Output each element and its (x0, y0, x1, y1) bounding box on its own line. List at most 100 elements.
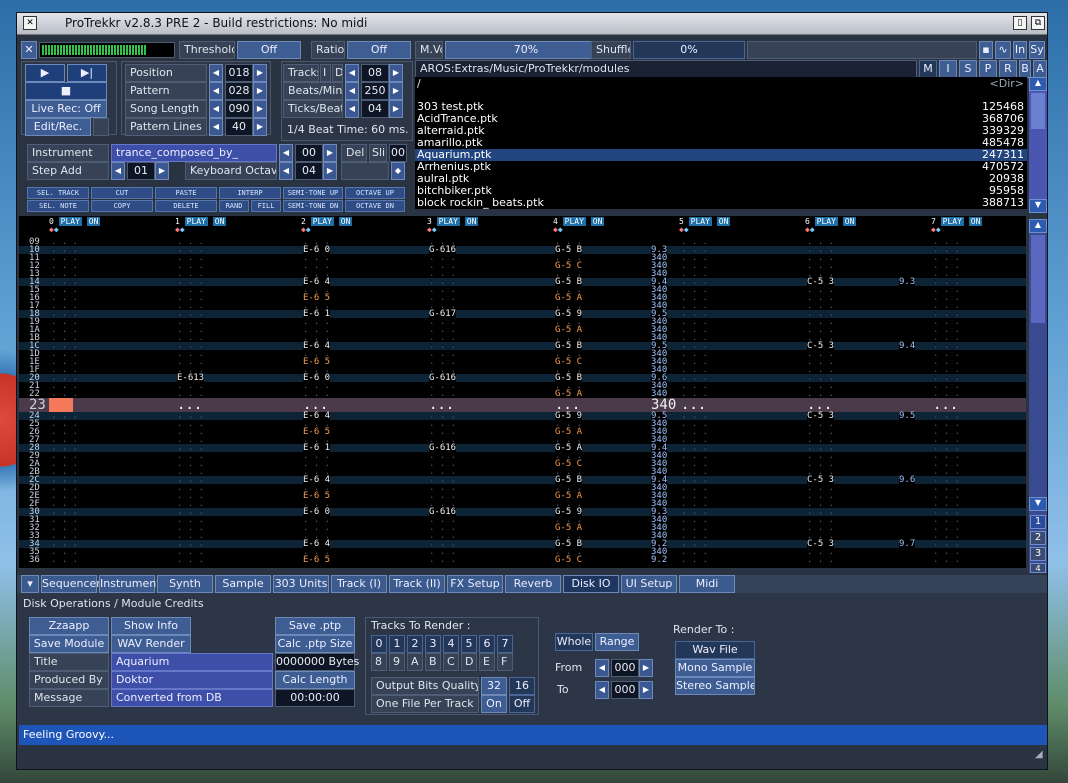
pattern-row[interactable]: 15. . .. . .. . .. . .. . .. . .. . .. .… (19, 286, 1026, 295)
channel-on-toggle[interactable]: ON (86, 217, 101, 226)
render-whole-button[interactable]: Whole (555, 633, 593, 651)
pattern-dec-icon[interactable]: ◀ (209, 82, 223, 100)
render-track-0[interactable]: 0 (371, 635, 387, 653)
channel-solo-icon[interactable]: ◆ (810, 225, 815, 234)
pattern-row[interactable]: 31. . .. . .. . .. . .. . .. . .. . .. .… (19, 516, 1026, 525)
render-track-7[interactable]: 7 (497, 635, 513, 653)
to-inc-icon[interactable]: ▶ (639, 681, 653, 699)
channel-solo-icon[interactable]: ◆ (306, 225, 311, 234)
note-cell[interactable]: 340 (651, 398, 676, 412)
tab-fx-setup[interactable]: FX Setup (447, 575, 503, 593)
pattern-lines-inc-icon[interactable]: ▶ (253, 118, 267, 136)
sync-button[interactable]: Sy (1029, 41, 1045, 59)
channel-on-toggle[interactable]: ON (968, 217, 983, 226)
delete-instrument-button[interactable]: Del (341, 144, 367, 162)
pattern-row[interactable]: 1C. . .. . .. . .. . .. . .. . .. . .. .… (19, 342, 1026, 351)
file-scrollbar[interactable]: ▲ ▼ (1029, 77, 1047, 213)
render-track-8[interactable]: 8 (371, 653, 387, 671)
channel-header-2[interactable]: 2 PLAY ON ◆◆ (301, 217, 353, 234)
tab-sequencer[interactable]: Sequencer (41, 575, 101, 593)
list-item[interactable]: block rockin_ beats.ptk 388713 (415, 197, 1027, 209)
channel-on-toggle[interactable]: ON (464, 217, 479, 226)
filter-p-button[interactable]: P (979, 60, 997, 78)
pattern-row[interactable]: 1B. . .. . .. . .. . .. . .. . .. . .. .… (19, 334, 1026, 343)
channel-header-5[interactable]: 5 PLAY ON ◆◆ (679, 217, 731, 234)
calc-ptp-size-button[interactable]: Calc .ptp Size (275, 635, 355, 653)
wav-render-button[interactable]: WAV Render (111, 635, 191, 653)
pattern-row[interactable]: 2C. . .. . .. . .. . .. . .. . .. . .. .… (19, 476, 1026, 485)
scroll-down-icon[interactable]: ▼ (1029, 199, 1047, 213)
pattern-row[interactable]: 36. . .. . .. . .. . .. . .. . .. . .. .… (19, 556, 1026, 565)
to-dec-icon[interactable]: ◀ (595, 681, 609, 699)
copy-button[interactable]: COPY (91, 200, 153, 212)
channel-play-toggle[interactable]: PLAY (814, 217, 838, 226)
note-cell[interactable]: G-5 C (555, 556, 583, 565)
channel-header-7[interactable]: 7 PLAY ON ◆◆ (931, 217, 983, 234)
pattern-row[interactable]: 18. . .. . .. . .. . .. . .. . .. . .. .… (19, 310, 1026, 319)
tracks-dec-icon[interactable]: ◀ (345, 64, 359, 82)
from-inc-icon[interactable]: ▶ (639, 659, 653, 677)
in-button[interactable]: In (1013, 41, 1027, 59)
interp-button[interactable]: INTERP (219, 187, 281, 199)
render-track-a[interactable]: A (407, 653, 423, 671)
song-length-dec-icon[interactable]: ◀ (209, 100, 223, 118)
note-cell[interactable]: 9.5 (899, 412, 916, 421)
octave-down-button[interactable]: OCTAVE DN (345, 200, 405, 212)
tab-instrument[interactable]: Instrument (99, 575, 161, 593)
pattern-row[interactable]: 2D. . .. . .. . .. . .. . .. . .. . .. .… (19, 484, 1026, 493)
pattern-row[interactable]: 11. . .. . .. . .. . .. . .. . .. . .. .… (19, 254, 1026, 263)
scope-wave-icon[interactable]: ∿ (995, 41, 1011, 59)
channel-header-1[interactable]: 1 PLAY ON ◆◆ (175, 217, 227, 234)
pattern-row[interactable]: 21. . .. . .. . .. . .. . .. . .. . .. .… (19, 382, 1026, 391)
list-item[interactable]: 303 test.ptk 125468 (415, 101, 1027, 113)
render-stereo-sample-button[interactable]: Stereo Sample (675, 677, 755, 695)
render-range-button[interactable]: Range (595, 633, 639, 651)
pattern-row[interactable]: 22. . .. . .. . .. . .. . .. . .. . .. .… (19, 390, 1026, 399)
channel-solo-icon[interactable]: ◆ (684, 225, 689, 234)
pattern-row[interactable]: 30. . .. . .. . .. . .. . .. . .. . .. .… (19, 508, 1026, 517)
play-pattern-icon[interactable]: ▶| (67, 64, 107, 82)
path-field[interactable]: AROS:Extras/Music/ProTrekkr/modules (415, 60, 917, 78)
position-inc-icon[interactable]: ▶ (253, 64, 267, 82)
paste-button[interactable]: PASTE (155, 187, 217, 199)
render-track-4[interactable]: 4 (443, 635, 459, 653)
pattern-row[interactable]: 24. . .. . .. . .. . .. . .. . .. . .. .… (19, 412, 1026, 421)
depth-icon[interactable]: ▯ (1013, 16, 1027, 30)
title-bar[interactable]: ✕ ProTrekkr v2.8.3 PRE 2 - Build restric… (17, 13, 1047, 35)
ticks-inc-icon[interactable]: ▶ (389, 100, 403, 118)
tracks-insert-button[interactable]: I (320, 64, 331, 82)
pattern-row[interactable]: 34. . .. . .. . .. . .. . .. . .. . .. .… (19, 540, 1026, 549)
pattern-row[interactable]: 26. . .. . .. . .. . .. . .. . .. . .. .… (19, 428, 1026, 437)
render-track-2[interactable]: 2 (407, 635, 423, 653)
tab-collapse-icon[interactable]: ▾ (21, 575, 39, 593)
filter-s-button[interactable]: S (959, 60, 977, 78)
channel-on-toggle[interactable]: ON (716, 217, 731, 226)
tab-track-2[interactable]: Track (II) (389, 575, 445, 593)
pattern-row[interactable]: 12. . .. . .. . .. . .. . .. . .. . .. .… (19, 262, 1026, 271)
channel-on-toggle[interactable]: ON (338, 217, 353, 226)
page-2-button[interactable]: 2 (1030, 531, 1046, 545)
page-3-button[interactable]: 3 (1030, 547, 1046, 561)
bits-32-button[interactable]: 32 (481, 677, 507, 695)
zzaapp-button[interactable]: Zzaapp (29, 617, 109, 635)
bpm-dec-icon[interactable]: ◀ (345, 82, 359, 100)
channel-solo-icon[interactable]: ◆ (180, 225, 185, 234)
pattern-scroll-down-icon[interactable]: ▼ (1029, 497, 1047, 511)
tab-track-1[interactable]: Track (I) (331, 575, 387, 593)
channel-play-toggle[interactable]: PLAY (940, 217, 964, 226)
step-inc-icon[interactable]: ▶ (155, 162, 169, 180)
one-file-on-button[interactable]: On (481, 695, 507, 713)
channel-play-toggle[interactable]: PLAY (184, 217, 208, 226)
live-rec-button[interactable]: Live Rec: Off (25, 100, 107, 118)
save-module-button[interactable]: Save Module (29, 635, 109, 653)
note-cell[interactable]: 9.4 (899, 342, 916, 351)
instrument-inc-icon[interactable]: ▶ (323, 144, 337, 162)
pattern-row[interactable]: 09. . .. . .. . .. . .. . .. . .. . .. .… (19, 238, 1026, 247)
octave-updown-icon[interactable]: ◆ (391, 162, 405, 180)
channel-solo-icon[interactable]: ◆ (558, 225, 563, 234)
render-track-b[interactable]: B (425, 653, 441, 671)
octave-dec-icon[interactable]: ◀ (279, 162, 293, 180)
ticks-dec-icon[interactable]: ◀ (345, 100, 359, 118)
channel-play-toggle[interactable]: PLAY (688, 217, 712, 226)
zoom-icon[interactable]: ⧉ (1031, 16, 1045, 30)
